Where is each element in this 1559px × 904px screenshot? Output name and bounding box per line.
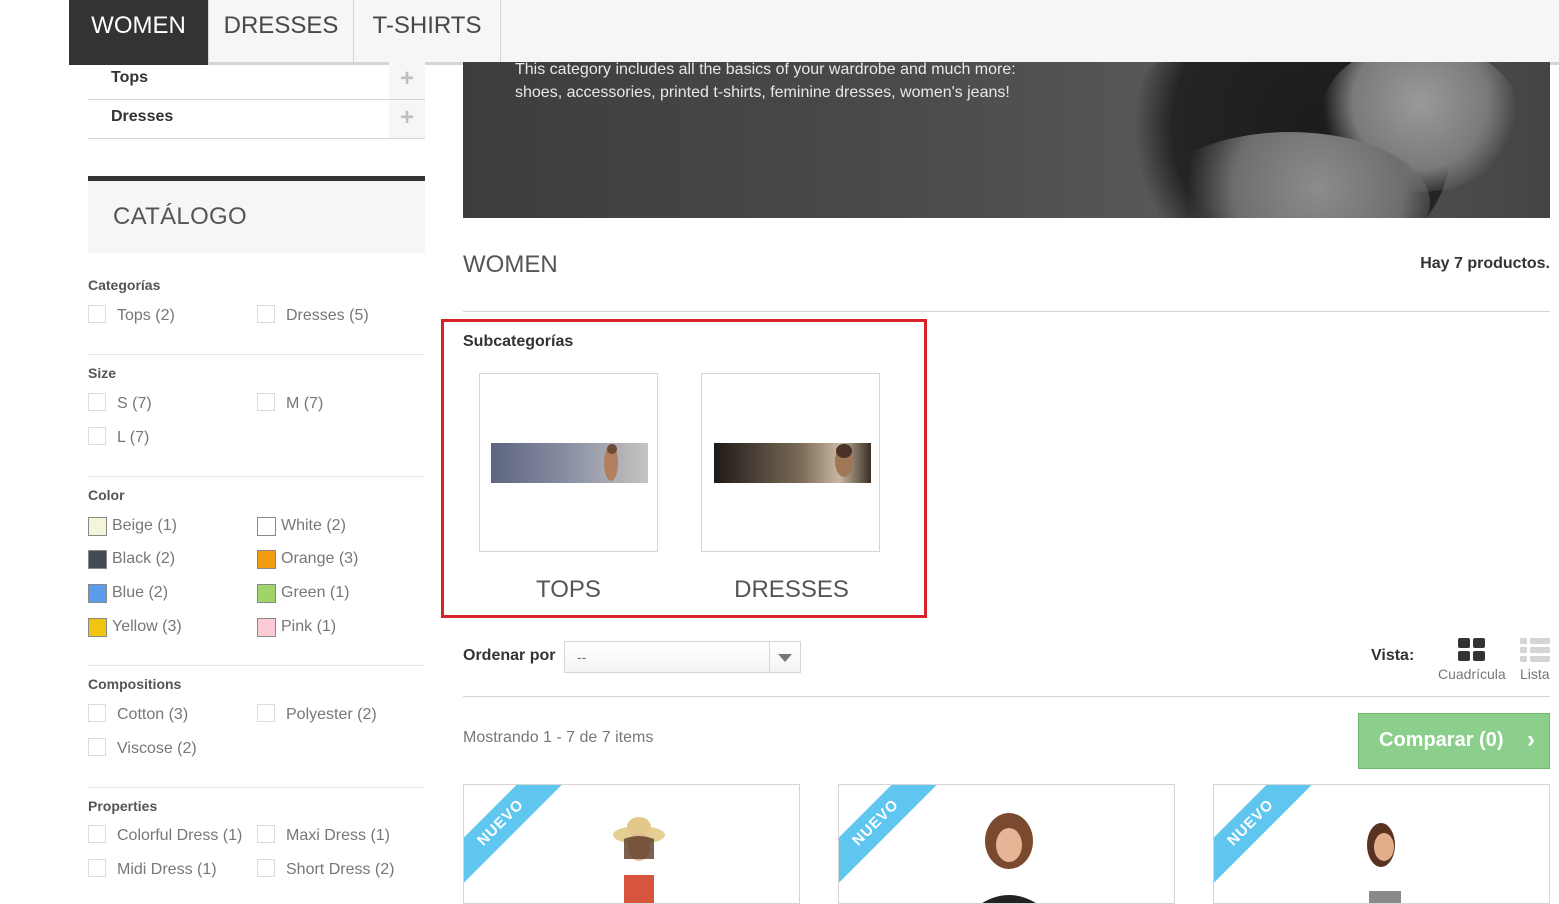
tree-item-label: Dresses [111, 108, 174, 125]
filter-checkbox[interactable] [88, 305, 106, 323]
product-image [982, 813, 1036, 903]
filter-label[interactable]: M (7) [286, 395, 323, 413]
sort-select[interactable]: -- [564, 641, 801, 673]
banner-line: This category includes all the basics of… [515, 62, 1016, 78]
color-swatch[interactable] [88, 517, 107, 536]
filter-label[interactable]: Cotton (3) [117, 706, 188, 724]
filter-label[interactable]: Pink (1) [281, 618, 336, 636]
filter-checkbox[interactable] [257, 305, 275, 323]
grid-view-icon[interactable] [1458, 638, 1486, 662]
filter-label[interactable]: Yellow (3) [112, 618, 182, 636]
compare-button-label: Comparar (0) [1379, 729, 1504, 751]
filter-label[interactable]: Short Dress (2) [286, 861, 394, 879]
tree-item-tops[interactable]: Tops + [88, 61, 425, 100]
new-badge: NUEVO [464, 785, 566, 888]
subcategory-card-tops[interactable]: TOPS [479, 373, 658, 603]
filter-checkbox[interactable] [88, 825, 106, 843]
subcategory-image [714, 443, 871, 483]
toolbar-divider [463, 696, 1550, 697]
product-card[interactable]: NUEVO [1213, 784, 1550, 904]
view-label: Vista: [1371, 647, 1415, 664]
catalog-block-header: CATÁLOGO [88, 176, 425, 253]
filter-title-color: Color [88, 487, 125, 503]
product-card[interactable]: NUEVO [463, 784, 800, 904]
heading-divider [463, 311, 1550, 312]
new-badge: NUEVO [1214, 785, 1316, 888]
product-image [1367, 823, 1401, 903]
banner-line: shoes, accessories, printed t-shirts, fe… [515, 84, 1010, 101]
expand-plus-icon[interactable]: + [389, 61, 425, 99]
page-title: WOMEN [463, 251, 558, 278]
subcategory-name[interactable]: DRESSES [702, 576, 881, 604]
chevron-down-icon[interactable] [769, 642, 800, 672]
filter-checkbox[interactable] [257, 393, 275, 411]
menu-tab-dresses[interactable]: DRESSES [209, 0, 354, 62]
color-swatch[interactable] [257, 550, 276, 569]
subcategory-card-dresses[interactable]: DRESSES [701, 373, 880, 603]
filter-checkbox[interactable] [88, 393, 106, 411]
pagination-summary: Mostrando 1 - 7 de 7 items [463, 729, 654, 746]
chevron-right-icon: › [1527, 726, 1535, 753]
product-count: Hay 7 productos. [1420, 255, 1550, 272]
filter-label[interactable]: Colorful Dress (1) [117, 827, 242, 845]
color-swatch[interactable] [88, 618, 107, 637]
sort-selected-value: -- [577, 649, 587, 665]
color-swatch[interactable] [257, 517, 276, 536]
color-swatch[interactable] [257, 584, 276, 603]
subcategories-title: Subcategorías [463, 333, 574, 350]
menu-tab-tshirts[interactable]: T-SHIRTS [354, 0, 501, 62]
filter-label[interactable]: Blue (2) [112, 584, 168, 602]
top-menu: WOMEN DRESSES T-SHIRTS [69, 0, 1559, 65]
menu-tab-women[interactable]: WOMEN [69, 0, 209, 65]
filter-checkbox[interactable] [88, 427, 106, 445]
filter-checkbox[interactable] [88, 738, 106, 756]
banner-description: This category includes all the basics of… [515, 62, 1016, 104]
filter-divider [88, 665, 425, 666]
filter-title-size: Size [88, 365, 117, 381]
filter-label[interactable]: Dresses (5) [286, 307, 369, 325]
new-badge: NUEVO [839, 785, 941, 888]
color-swatch[interactable] [88, 550, 107, 569]
subcategory-image [491, 443, 648, 483]
tree-item-label: Tops [111, 69, 149, 86]
filter-title-compositions: Compositions [88, 676, 182, 692]
filter-label[interactable]: Green (1) [281, 584, 349, 602]
filter-title-properties: Properties [88, 798, 158, 814]
filter-label[interactable]: Orange (3) [281, 550, 358, 568]
expand-plus-icon[interactable]: + [389, 100, 425, 138]
filter-title-categories: Categorías [88, 277, 161, 293]
filter-label[interactable]: Maxi Dress (1) [286, 827, 390, 845]
product-image [613, 817, 665, 903]
filter-divider [88, 787, 425, 788]
catalog-title: CATÁLOGO [113, 203, 247, 230]
filter-label[interactable]: L (7) [117, 429, 149, 447]
grid-view-label[interactable]: Cuadrícula [1438, 666, 1506, 682]
color-swatch[interactable] [88, 584, 107, 603]
filter-label[interactable]: White (2) [281, 517, 346, 535]
product-card[interactable]: NUEVO [838, 784, 1175, 904]
filter-label[interactable]: Black (2) [112, 550, 175, 568]
filter-label[interactable]: Tops (2) [117, 307, 175, 325]
filter-label[interactable]: Beige (1) [112, 517, 177, 535]
filter-checkbox[interactable] [257, 859, 275, 877]
filter-checkbox[interactable] [88, 704, 106, 722]
subcategory-name[interactable]: TOPS [479, 576, 658, 604]
filter-label[interactable]: Viscose (2) [117, 740, 197, 758]
list-view-label[interactable]: Lista [1520, 666, 1550, 682]
filter-divider [88, 476, 425, 477]
category-banner: This category includes all the basics of… [463, 62, 1550, 218]
color-swatch[interactable] [257, 618, 276, 637]
list-view-icon[interactable] [1520, 638, 1550, 662]
filter-divider [88, 354, 425, 355]
compare-button[interactable]: Comparar (0) › [1358, 713, 1550, 769]
filter-label[interactable]: Polyester (2) [286, 706, 377, 724]
tree-item-dresses[interactable]: Dresses + [88, 100, 425, 139]
sort-label: Ordenar por [463, 647, 556, 664]
filter-label[interactable]: Midi Dress (1) [117, 861, 217, 879]
filter-checkbox[interactable] [88, 859, 106, 877]
filter-checkbox[interactable] [257, 825, 275, 843]
filter-checkbox[interactable] [257, 704, 275, 722]
filter-label[interactable]: S (7) [117, 395, 152, 413]
